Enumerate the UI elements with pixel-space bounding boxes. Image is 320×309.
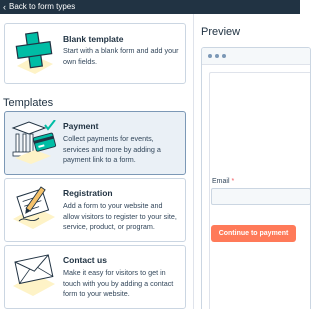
payment-icon [11,119,57,166]
template-title-registration: Registration [63,188,113,198]
template-title-contact-us: Contact us [63,255,107,265]
preview-title: Preview [201,26,241,38]
panel-divider [193,14,194,309]
registration-icon [11,185,57,231]
blank-template-card[interactable]: Blank template Start with a blank form a… [4,23,186,84]
template-description-registration: Add a form to your website and allow vis… [63,201,177,232]
template-description-payment: Collect payments for events, services an… [63,134,161,165]
back-link[interactable]: ‹ Back to form types [3,1,75,13]
template-description-contact-us: Make it easy for visitors to get in touc… [63,268,174,299]
arrow-left-icon: ‹ [3,2,6,12]
required-asterisk: * [231,178,235,185]
blank-template-description: Start with a blank form and add your own… [63,46,179,66]
browser-toolbar [202,48,310,65]
envelope-icon [11,252,57,298]
template-card-contact-us[interactable]: Contact us Make it easy for visitors to … [4,245,186,309]
template-card-payment[interactable]: Payment Collect payments for events, ser… [4,111,186,175]
window-dot-icon [215,54,219,58]
email-field-label: Email * [212,178,234,185]
email-label-text: Email [212,178,230,185]
top-nav-bar: ‹ Back to form types [0,0,300,14]
back-link-label: Back to form types [9,2,76,11]
templates-heading: Templates [3,97,54,109]
template-card-registration[interactable]: Registration Add a form to your website … [4,178,186,242]
window-dot-icon [222,54,226,58]
email-input[interactable] [211,188,311,205]
plus-icon [11,30,57,76]
continue-to-payment-button[interactable]: Continue to payment [211,225,296,242]
template-title-payment: Payment [63,121,99,131]
window-dot-icon [208,54,212,58]
blank-template-title: Blank template [63,34,124,44]
